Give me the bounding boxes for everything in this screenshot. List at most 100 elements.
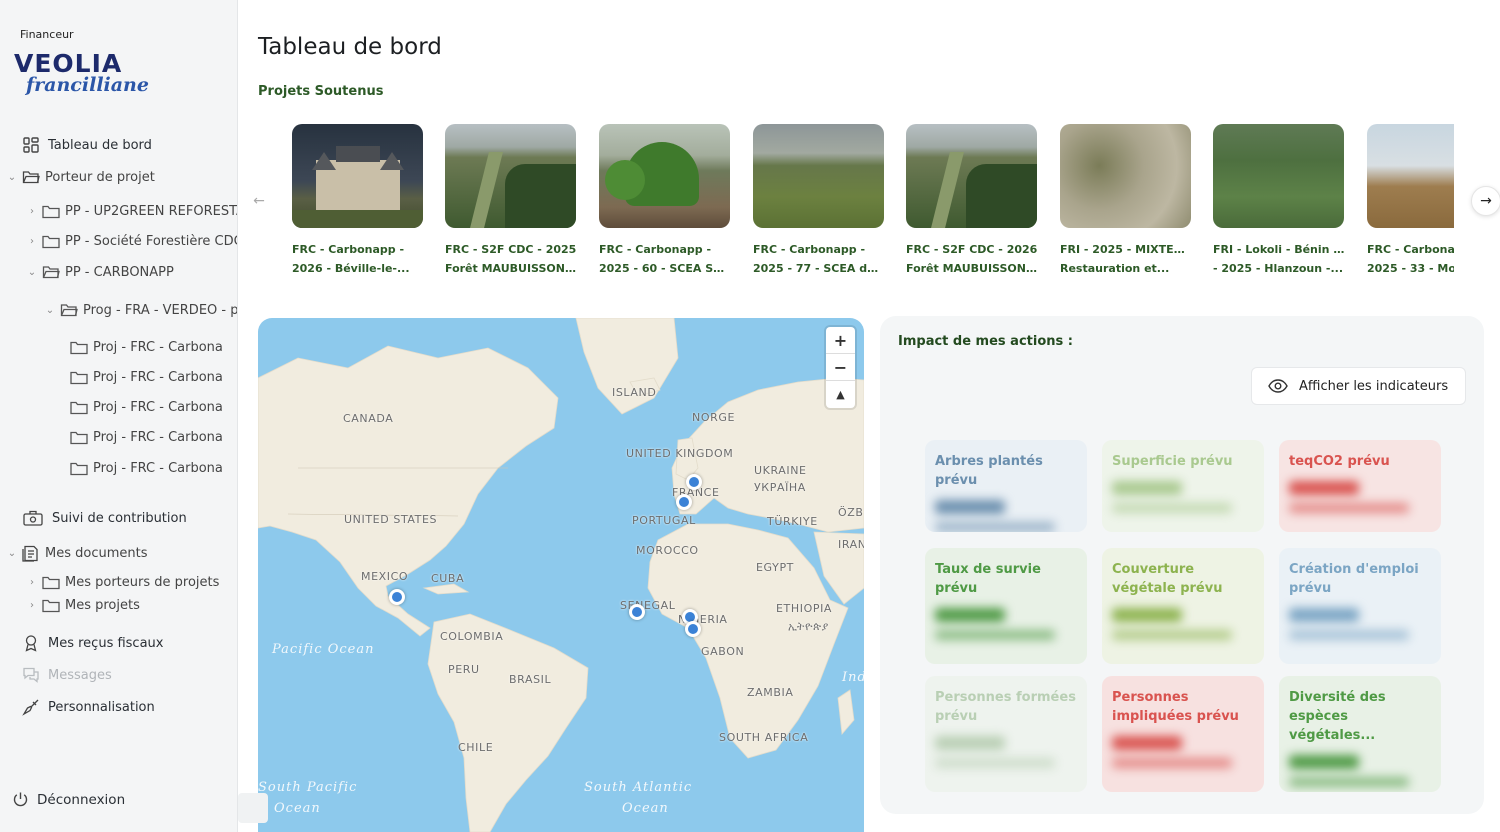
show-indicators-button[interactable]: Afficher les indicateurs bbox=[1251, 367, 1466, 405]
project-card[interactable]: FRC - Carbonapp - 2025 - 60 - SCEA Sai... bbox=[599, 124, 731, 278]
map-label: BRASIL bbox=[509, 673, 552, 686]
nav-dashboard[interactable]: Tableau de bord bbox=[22, 136, 152, 154]
map-marker[interactable] bbox=[676, 494, 692, 510]
map-label: MEXICO bbox=[361, 570, 409, 583]
project-image-forest-aerial bbox=[445, 124, 576, 228]
impact-tile-value-hidden bbox=[935, 608, 1005, 622]
chevron-right-icon[interactable]: › bbox=[26, 577, 38, 588]
tree-item-label: Prog - FRA - VERDEO - pr bbox=[83, 302, 238, 318]
tree-item-proj[interactable]: Proj - FRC - Carbona bbox=[70, 370, 237, 385]
folder-open-icon bbox=[42, 266, 60, 279]
map-label: EGYPT bbox=[756, 561, 794, 574]
tree-item-carbonapp[interactable]: ⌄ PP - CARBONAPP bbox=[26, 264, 237, 280]
ocean-label: Ind bbox=[842, 670, 864, 685]
doc-item-porteurs[interactable]: › Mes porteurs de projets bbox=[26, 575, 237, 590]
map-label: ZAMBIA bbox=[747, 686, 794, 699]
project-card[interactable]: FRC - Carbonapp - 2025 - 33 - Mois... bbox=[1367, 124, 1454, 278]
project-image-forest-aerial bbox=[906, 124, 1037, 228]
doc-item-projets[interactable]: › Mes projets bbox=[26, 598, 237, 613]
impact-tile: Couverture végétale prévu bbox=[1102, 548, 1264, 664]
tree-item-up2green[interactable]: › PP - UP2GREEN REFORESTATI bbox=[26, 204, 237, 219]
chevron-right-icon[interactable]: › bbox=[26, 236, 38, 247]
impact-tile-value-hidden bbox=[935, 736, 1005, 750]
project-title-line1: FRI - Lokoli - Bénin Sud bbox=[1213, 243, 1345, 256]
project-card[interactable]: FRC - Carbonapp - 2025 - 77 - SCEA de... bbox=[753, 124, 885, 278]
tree-item-s2f[interactable]: › PP - Société Forestière CDC bbox=[26, 234, 238, 249]
project-title-line2: Restauration et... bbox=[1060, 262, 1170, 275]
reset-north-button[interactable]: ▲ bbox=[826, 381, 855, 408]
impact-tile-value-hidden bbox=[1112, 481, 1182, 495]
tree-item-proj[interactable]: Proj - FRC - Carbona bbox=[70, 340, 237, 355]
map-marker[interactable] bbox=[685, 621, 701, 637]
map-label: CANADA bbox=[343, 412, 394, 425]
world-map-graphic bbox=[258, 318, 864, 832]
impact-tile: Personnes impliquées prévu bbox=[1102, 676, 1264, 792]
map-label: ኢትዮጵያ bbox=[788, 620, 829, 633]
nav-mes-documents[interactable]: ⌄ Mes documents bbox=[6, 545, 237, 562]
veolia-logo[interactable]: VEOLIA francilliane bbox=[14, 50, 149, 97]
chevron-down-icon[interactable]: ⌄ bbox=[6, 548, 18, 559]
project-title-line1: FRC - S2F CDC - 2026 bbox=[906, 243, 1038, 256]
chevron-right-icon[interactable]: › bbox=[26, 206, 38, 217]
map-marker[interactable] bbox=[629, 604, 645, 620]
tree-item-prog-verdeo[interactable]: ⌄ Prog - FRA - VERDEO - pr bbox=[44, 302, 238, 318]
nav-messages-label: Messages bbox=[48, 667, 112, 683]
folder-open-icon bbox=[60, 304, 78, 317]
map-label: NORGE bbox=[692, 411, 736, 424]
project-card[interactable]: FRI - Lokoli - Bénin Sud - 2025 - Hlanzou… bbox=[1213, 124, 1345, 278]
nav-personnalisation[interactable]: Personnalisation bbox=[22, 698, 155, 716]
impact-tile: Personnes formées prévu bbox=[925, 676, 1087, 792]
carousel-next-button[interactable]: → bbox=[1471, 186, 1500, 216]
map-label: SOUTH AFRICA bbox=[719, 731, 809, 744]
project-title-line2: 2025 - 77 - SCEA de... bbox=[753, 262, 885, 275]
nav-suivi-contribution[interactable]: Suivi de contribution bbox=[22, 509, 187, 527]
dashboard-icon bbox=[23, 137, 39, 153]
impact-tile-sub-hidden bbox=[935, 630, 1055, 640]
doc-item-label: Mes porteurs de projets bbox=[65, 575, 220, 590]
chevron-right-icon[interactable]: › bbox=[26, 600, 38, 611]
impact-tile-value-hidden bbox=[1112, 736, 1182, 750]
nav-porteur[interactable]: ⌄ Porteur de projet bbox=[6, 169, 237, 185]
projects-map[interactable]: CANADA UNITED STATES MEXICO CUBA COLOMBI… bbox=[258, 318, 864, 832]
project-card[interactable]: FRI - 2025 - MIXTECA - Restauration et... bbox=[1060, 124, 1192, 278]
brush-icon bbox=[22, 699, 39, 716]
project-image-meadow bbox=[753, 124, 884, 228]
tree-item-proj[interactable]: Proj - FRC - Carbona bbox=[70, 430, 237, 445]
map-attribution-toggle[interactable] bbox=[238, 793, 268, 823]
tree-item-label: PP - Société Forestière CDC bbox=[65, 234, 238, 249]
chevron-down-icon[interactable]: ⌄ bbox=[26, 267, 38, 278]
impact-tile: Création d'emploi prévu bbox=[1279, 548, 1441, 664]
nav-recus-fiscaux[interactable]: Mes reçus fiscaux bbox=[22, 634, 163, 652]
tree-item-proj[interactable]: Proj - FRC - Carbona bbox=[70, 400, 237, 415]
project-image-aerial-field bbox=[1213, 124, 1344, 228]
logout-button[interactable]: Déconnexion bbox=[12, 791, 125, 808]
map-marker[interactable] bbox=[686, 474, 702, 490]
impact-tile-value-hidden bbox=[1289, 481, 1359, 495]
map-marker[interactable] bbox=[389, 589, 405, 605]
projects-section-title: Projets Soutenus bbox=[258, 84, 384, 99]
impact-tile: teqCO2 prévu bbox=[1279, 440, 1441, 532]
ocean-label: Pacific Ocean bbox=[272, 642, 375, 657]
logout-label: Déconnexion bbox=[37, 791, 126, 808]
map-label: УКРАЇНА bbox=[754, 481, 806, 494]
project-card[interactable]: FRC - S2F CDC - 2026 Forêt MAUBUISSON -..… bbox=[906, 124, 1038, 278]
project-image-burnt-forest bbox=[1367, 124, 1454, 228]
zoom-in-button[interactable]: + bbox=[826, 327, 855, 354]
map-label: CHILE bbox=[458, 741, 494, 754]
ocean-label: Ocean bbox=[274, 801, 321, 816]
zoom-out-button[interactable]: − bbox=[826, 354, 855, 381]
project-card[interactable]: FRC - S2F CDC - 2025 Forêt MAUBUISSON -..… bbox=[445, 124, 577, 278]
folder-icon bbox=[70, 371, 88, 385]
impact-tile-sub-hidden bbox=[1289, 777, 1409, 787]
award-icon bbox=[25, 635, 37, 652]
impact-tile-sub-hidden bbox=[1289, 630, 1409, 640]
power-icon bbox=[13, 792, 28, 807]
project-card[interactable]: FRC - Carbonapp - 2026 - Béville-le-... bbox=[292, 124, 424, 278]
nav-messages[interactable]: Messages bbox=[22, 666, 112, 684]
tree-item-proj[interactable]: Proj - FRC - Carbona bbox=[70, 461, 237, 476]
impact-tile-label: Personnes impliquées prévu bbox=[1112, 690, 1239, 724]
chevron-down-icon[interactable]: ⌄ bbox=[6, 172, 18, 183]
map-label: IRAN bbox=[838, 538, 864, 551]
carousel-prev-button[interactable]: ← bbox=[244, 186, 274, 216]
chevron-down-icon[interactable]: ⌄ bbox=[44, 305, 56, 316]
